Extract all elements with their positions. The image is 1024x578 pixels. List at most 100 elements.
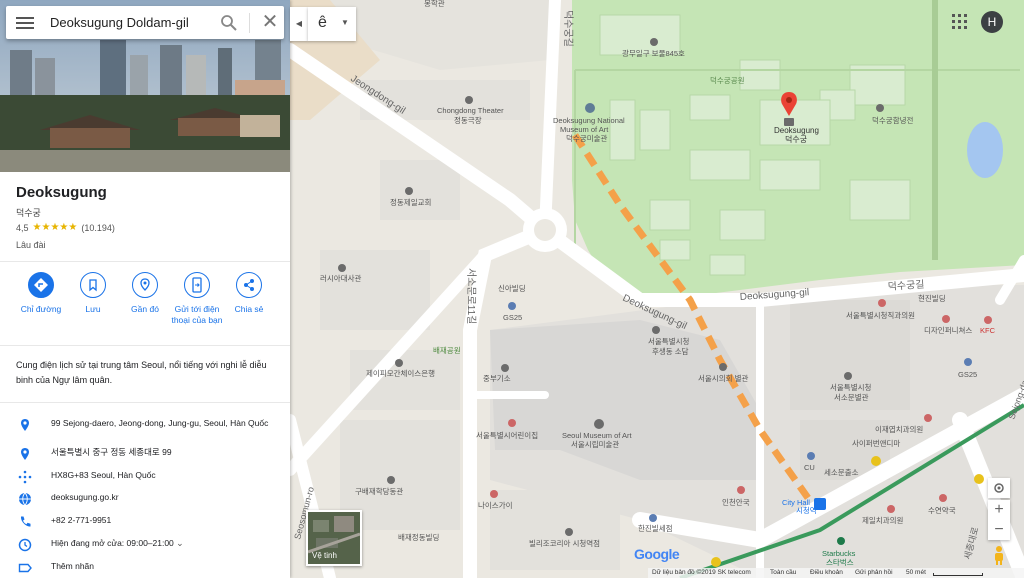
chevron-down-icon[interactable]: ⌄ [176, 538, 184, 548]
poi-bukchang: 봉학관 [424, 0, 445, 8]
save-button[interactable]: Lưu [65, 272, 121, 315]
rating-stars-icon: ★★★★★ [32, 222, 78, 233]
poi-kfc: KFC [980, 326, 996, 335]
place-category[interactable]: Lâu đài [16, 240, 46, 250]
language-selector[interactable]: ê ▼ [308, 7, 356, 41]
phone-row[interactable]: +82 2-771-9951 [0, 515, 290, 537]
subway-station-icon[interactable] [814, 498, 826, 510]
zoom-out-button[interactable]: − [988, 520, 1010, 540]
poi-seoul-hall-court: 서울특별시청직과의원 [846, 310, 915, 320]
send-to-phone-button[interactable]: Gửi tới điện thoại của bạn [169, 272, 225, 326]
place-native-name: 덕수궁 [16, 208, 41, 218]
review-count[interactable]: (10.194) [81, 223, 115, 233]
poi-design: 디자인퍼니쳐스 [924, 325, 972, 335]
poi-museum-kr: 덕수궁미술관 [566, 133, 607, 143]
poi-baejae-jeongdong: 배재정동빌딩 [398, 532, 439, 542]
plus-code-text: HX8G+83 Seoul, Hàn Quốc [51, 470, 156, 480]
native-address-row[interactable]: 서울특별시 중구 정동 세종대로 99 [0, 447, 290, 469]
save-label: Lưu [85, 304, 101, 314]
poi-seoul-museum-kr: 서울시립미술관 [571, 439, 619, 449]
globe-icon [19, 492, 31, 506]
footer-feedback-link[interactable]: Gửi phản hồi [855, 569, 893, 576]
share-icon [236, 272, 262, 298]
address-row[interactable]: 99 Sejong-daero, Jeong-dong, Jung-gu, Se… [0, 418, 290, 440]
map-deoksugung-label[interactable]: Deoksugung [774, 126, 819, 135]
poi-seosomun-post: 세소문출소 [824, 467, 859, 477]
place-title: Deoksugung [16, 184, 107, 201]
poi-chongdong-theater-kr: 정동극장 [454, 115, 482, 125]
footer-terms-link[interactable]: Điều khoản [810, 569, 843, 576]
send-to-phone-icon [184, 272, 210, 298]
chevron-down-icon: ▼ [341, 18, 349, 27]
map-deoksugung-label-kr: 덕수궁 [785, 134, 807, 144]
poi-naiseukai: 나이스가이 [478, 500, 513, 510]
close-icon[interactable]: ✕ [260, 12, 280, 32]
footer-global-link[interactable]: Toàn cầu [770, 569, 796, 576]
poi-deoksugung-hall: 덕수궁함녕전 [872, 115, 913, 125]
map-footer: Dữ liệu bản đồ ©2019 SK telecom Toàn cầu… [648, 568, 1024, 578]
place-rating[interactable]: 4,5 ★★★★★ (10.194) [16, 222, 115, 233]
poi-starbucks-kr: 스타벅스 [826, 557, 854, 567]
poi-cyberpen: 사이퍼번앤디마 [852, 438, 900, 448]
poi-museum-en1[interactable]: Deoksugung National [553, 116, 625, 125]
address-text: 99 Sejong-daero, Jeong-dong, Jung-gu, Se… [51, 418, 269, 428]
poi-park: 덕수궁공원 [710, 75, 745, 85]
hours-row[interactable]: Hiện đang mở cửa: 09:00–21:00 ⌄ [0, 538, 290, 560]
poi-seoul-museum[interactable]: Seoul Museum of Art [562, 431, 633, 440]
road-label-seosomun: 서소문로11길 [465, 268, 478, 324]
hours-text: Hiện đang mở cửa: 09:00–21:00 ⌄ [51, 538, 184, 548]
language-glyph: ê [318, 14, 327, 31]
poi-incheon: 인천안국 [722, 497, 750, 507]
poi-city-hall-annex: 서울특별시청 [648, 336, 689, 346]
zoom-controls: + − [988, 500, 1010, 540]
directions-button[interactable]: Chỉ đường [13, 272, 69, 315]
share-button[interactable]: Chia sẻ [221, 272, 277, 315]
rating-value: 4,5 [16, 222, 29, 233]
menu-icon[interactable] [16, 14, 34, 30]
scale-bar [933, 573, 983, 576]
poi-jungbu: 중부기소 [483, 374, 511, 383]
poi-city-hall-west: 서울특별시청 [830, 382, 871, 392]
avatar[interactable]: H [981, 11, 1003, 33]
footer-scale-label: 50 mét [906, 569, 926, 576]
poi-hanjin: 한진빌세점 [638, 523, 673, 533]
map-data-credit: Dữ liệu bản đồ ©2019 SK telecom [652, 569, 751, 576]
satellite-toggle[interactable]: Vệ tinh [306, 510, 362, 566]
plus-code-row[interactable]: HX8G+83 Seoul, Hàn Quốc [0, 470, 290, 492]
website-row[interactable]: deoksugung.go.kr [0, 492, 290, 514]
poi-treasure: 광무일구 보물845호 [622, 48, 685, 58]
nearby-button[interactable]: Gần đó [117, 272, 173, 315]
location-pin-icon [21, 448, 29, 460]
poi-city-hall-annex-2: 후생동 소담 [652, 346, 689, 356]
search-box: ✕ [6, 6, 284, 39]
nearby-icon [132, 272, 158, 298]
poi-hyundai-bldg: 현진빌딩 [918, 293, 946, 303]
phone-icon [20, 516, 31, 527]
phone-text[interactable]: +82 2-771-9951 [51, 515, 276, 526]
poi-gs25-2: GS25 [958, 370, 977, 379]
poi-cu: CU [804, 463, 815, 472]
poi-sueomae: 수연약국 [928, 505, 956, 515]
search-icon[interactable] [220, 14, 238, 32]
poi-gs25: GS25 [503, 313, 522, 322]
satellite-label: Vệ tinh [312, 551, 337, 560]
search-input[interactable] [50, 6, 210, 39]
apps-grid-icon[interactable] [952, 14, 968, 30]
nearby-label: Gần đó [131, 304, 159, 314]
collapse-panel-button[interactable]: ◀ [290, 7, 308, 41]
pegman-icon[interactable] [992, 545, 1006, 565]
poi-chongdong-theater[interactable]: Chongdong Theater [437, 106, 504, 115]
poi-jeongdong-church: 정동제일교회 [390, 197, 431, 207]
bookmark-icon [80, 272, 106, 298]
poi-city-hall-west-2: 서소문별관 [834, 392, 869, 402]
website-text[interactable]: deoksugung.go.kr [51, 492, 276, 503]
clock-icon [18, 538, 32, 552]
search-divider [249, 13, 250, 33]
directions-label: Chỉ đường [20, 304, 62, 314]
zoom-in-button[interactable]: + [988, 500, 1010, 520]
my-location-button[interactable] [988, 478, 1010, 498]
poi-russia-embassy: 러시아대사관 [320, 273, 361, 283]
poi-seoul-sisi: 서울시의회 별관 [698, 373, 748, 383]
add-label-row[interactable]: Thêm nhãn [0, 561, 290, 578]
google-logo: Google [634, 546, 680, 562]
